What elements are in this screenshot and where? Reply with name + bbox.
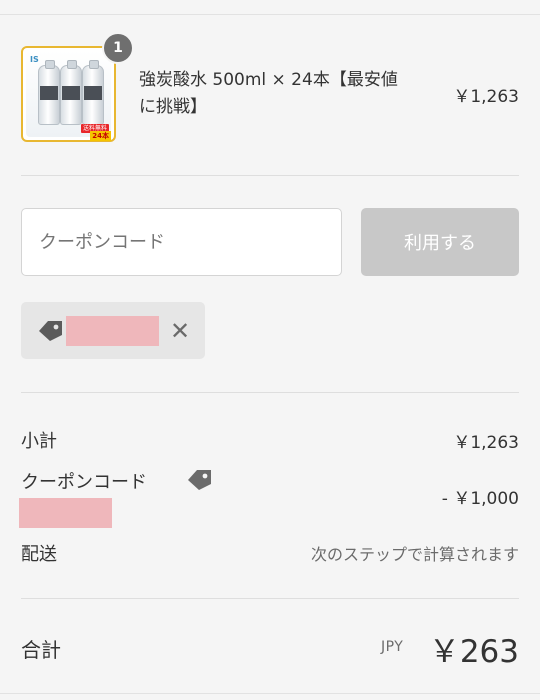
pack-count-tag: 24本	[90, 131, 111, 141]
product-name: 強炭酸水 500ml × 24本【最安値に挑戦】	[139, 70, 398, 117]
top-divider	[0, 14, 540, 15]
product-image: IS 送料無料	[26, 51, 111, 137]
total-currency: JPY	[381, 639, 404, 655]
bottle-image	[82, 60, 104, 125]
product-thumbnail: IS 送料無料 24本	[21, 46, 116, 142]
shipping-label: 配送	[21, 544, 57, 565]
total-label: 合計	[21, 638, 61, 662]
subtotal-value: ￥1,263	[453, 433, 519, 453]
coupon-discount-label: クーポンコード	[21, 472, 147, 493]
coupon-code-input[interactable]	[21, 208, 342, 276]
bottle-image	[38, 60, 60, 125]
apply-coupon-button[interactable]: 利用する	[361, 208, 519, 276]
brand-logo: IS	[30, 55, 39, 64]
redacted-discount-code	[19, 498, 112, 528]
tag-icon	[188, 470, 211, 490]
coupon-discount-value: - ￥1,000	[441, 489, 519, 509]
product-price: ￥1,263	[453, 87, 519, 107]
total-amount: ￥263	[428, 634, 519, 670]
remove-coupon-icon[interactable]: ✕	[167, 316, 193, 346]
bottom-divider	[0, 693, 540, 694]
section-divider	[21, 598, 519, 599]
subtotal-label: 小計	[21, 431, 57, 452]
quantity-badge: 1	[102, 32, 134, 64]
section-divider	[21, 175, 519, 176]
tag-icon	[39, 321, 62, 341]
bottle-image	[60, 60, 82, 125]
redacted-coupon-code	[66, 316, 159, 346]
applied-coupon-chip: ✕	[21, 302, 205, 359]
shipping-value: 次のステップで計算されます	[310, 545, 519, 564]
section-divider	[21, 392, 519, 393]
